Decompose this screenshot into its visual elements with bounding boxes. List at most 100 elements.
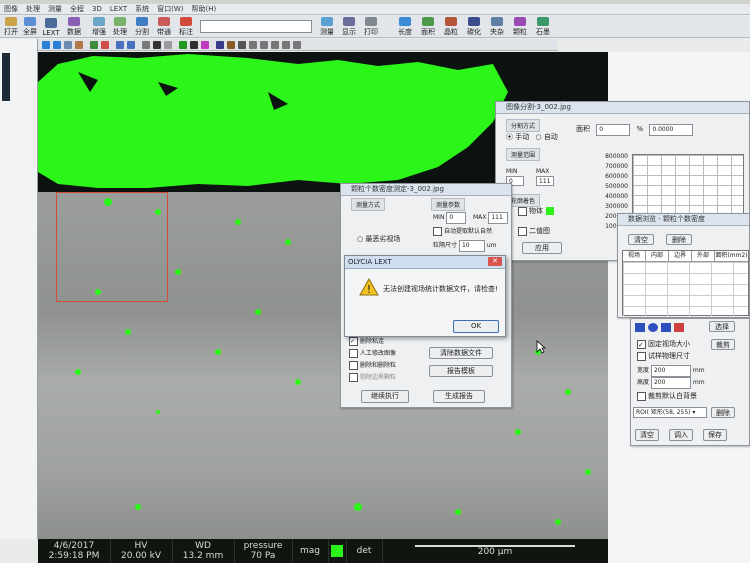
grid-icon[interactable]	[142, 41, 150, 49]
eraser-icon[interactable]	[238, 41, 246, 49]
toolbar-length-button[interactable]: 长度	[395, 17, 415, 37]
width-field[interactable]: 200	[650, 365, 691, 377]
physical-size-checkbox[interactable]: 试样物理尺寸	[637, 351, 690, 361]
stop-icon[interactable]	[101, 41, 109, 49]
toolbar-process-button[interactable]: 处理	[111, 17, 129, 37]
status-mag-indicator	[328, 539, 347, 563]
fix-field-checkbox[interactable]: ✓ 固定视场大小	[637, 339, 690, 349]
clip-checkbox[interactable]: 裁剪默认白背景	[637, 391, 697, 401]
rect-icon[interactable]	[260, 41, 268, 49]
toolbar-segment-button[interactable]: 分割	[133, 17, 151, 37]
toolbar-combo-select[interactable]	[200, 20, 312, 33]
menu-item[interactable]: LEXT	[110, 5, 127, 13]
roi-delete-button[interactable]: 删除	[711, 407, 735, 418]
toolbar-open-button[interactable]: 打开	[2, 17, 20, 37]
object-color-swatch[interactable]	[546, 207, 554, 215]
object-checkbox[interactable]: 物体	[518, 206, 554, 216]
rotate-icon[interactable]	[90, 41, 98, 49]
rect-shape-icon[interactable]	[635, 323, 645, 332]
toolbar-enhance-button[interactable]: 增强	[90, 17, 108, 37]
check-edge-particles[interactable]: 剔除边界颗粒	[349, 372, 396, 382]
menu-item[interactable]: 系统	[135, 4, 149, 14]
radio-auto[interactable]: ○ 自动	[535, 133, 557, 141]
toolbar-annotate-button[interactable]: 标注	[177, 17, 195, 37]
green-tool-icon[interactable]	[179, 41, 187, 49]
brush-icon[interactable]	[227, 41, 235, 49]
menu-item[interactable]: 全程	[70, 4, 84, 14]
panel-save-button[interactable]: 保存	[703, 429, 727, 441]
toolbar-area-button[interactable]: 面积	[418, 17, 438, 37]
height-field[interactable]: 200	[650, 377, 691, 389]
line-icon[interactable]	[249, 41, 257, 49]
pen-icon[interactable]	[216, 41, 224, 49]
menu-item[interactable]: 帮助(H)	[192, 4, 217, 14]
data-table-header: 视场 内部 边界 外部 面积(mm2)	[623, 251, 748, 262]
field-selection-box[interactable]	[56, 192, 168, 302]
radio-worst-field[interactable]: ○ 最恶劣视场	[357, 234, 400, 244]
toolbar-particle-button[interactable]: 颗粒	[510, 17, 530, 37]
toolbar-display-button[interactable]: 显示	[340, 17, 358, 37]
select-button[interactable]: 选择	[709, 321, 735, 332]
ellipse-icon[interactable]	[271, 41, 279, 49]
particle-min-field[interactable]: 0	[446, 212, 467, 224]
redo-icon[interactable]	[127, 41, 135, 49]
toolbar-graphite-button[interactable]: 石墨	[533, 17, 553, 37]
menu-item[interactable]: 窗口(W)	[157, 4, 183, 14]
data-delete-button[interactable]: 删除	[666, 234, 692, 245]
particle-max-field[interactable]: 111	[488, 212, 509, 224]
menu-item[interactable]: 3D	[92, 5, 102, 13]
polygon-icon[interactable]	[282, 41, 290, 49]
panel-import-button[interactable]: 调入	[669, 429, 693, 441]
clear-data-file-button[interactable]: 清除数据文件	[429, 347, 493, 359]
toolbar-print-button[interactable]: 打印	[362, 17, 380, 37]
auto-extract-checkbox[interactable]: 自动提取默认自然	[433, 226, 492, 236]
black-tool-icon[interactable]	[190, 41, 198, 49]
binary-checkbox[interactable]: 二值图	[518, 226, 550, 236]
toolbar-bandpass-button[interactable]: 带通	[155, 17, 173, 37]
polygon-shape-icon[interactable]	[661, 323, 671, 332]
toolbar-lext-button[interactable]: LEXT	[42, 17, 60, 37]
generate-report-button[interactable]: 生成报告	[433, 390, 485, 403]
sem-status-bar: 4/6/2017 2:59:18 PM HV 20.00 kV WD 13.2 mm …	[38, 539, 608, 563]
roi-combo[interactable]: ROI( 矩形(58, 255) ▾	[633, 407, 707, 418]
area-field[interactable]: 0	[596, 124, 631, 136]
ok-button[interactable]: OK	[453, 320, 499, 333]
pan-icon[interactable]	[75, 41, 83, 49]
panel-clear-button[interactable]: 清空	[635, 429, 659, 441]
radio-manual[interactable]: ⦿ 手动	[506, 133, 529, 141]
color-red-icon[interactable]	[674, 323, 684, 332]
box-icon[interactable]	[153, 41, 161, 49]
toolbar-fullscreen-button[interactable]: 全屏	[21, 17, 39, 37]
zoom-out-icon[interactable]	[53, 41, 61, 49]
fit-icon[interactable]	[64, 41, 72, 49]
particle-icon	[514, 17, 526, 26]
zoom-in-icon[interactable]	[42, 41, 50, 49]
menu-item[interactable]: 图像	[4, 4, 18, 14]
crop-button[interactable]: 裁剪	[711, 339, 735, 350]
thumbnail[interactable]	[2, 53, 10, 101]
text-icon[interactable]	[293, 41, 301, 49]
toolbar-grain-button[interactable]: 晶粒	[441, 17, 461, 37]
check-delete-fine[interactable]: 删除和删除粒	[349, 360, 396, 370]
undo-icon[interactable]	[116, 41, 124, 49]
select-icon[interactable]	[164, 41, 172, 49]
continue-button[interactable]: 继续执行	[361, 390, 409, 403]
toolbar-measure-button[interactable]: 测量	[318, 17, 336, 37]
circle-shape-icon[interactable]	[648, 323, 658, 332]
data-clear-button[interactable]: 清空	[628, 234, 654, 245]
percent-field[interactable]: 0.0000	[649, 124, 694, 136]
check-remove-adhesion[interactable]: ✓ 删除粘连	[349, 336, 384, 346]
toolbar-inclusion-button[interactable]: 夹杂	[487, 17, 507, 37]
magenta-tool-icon[interactable]	[201, 41, 209, 49]
data-table-body[interactable]	[623, 262, 748, 316]
seg-apply-button[interactable]: 应用	[522, 242, 562, 254]
menu-item[interactable]: 测量	[48, 4, 62, 14]
check-manual-edit[interactable]: 人工修改图像	[349, 348, 396, 358]
close-icon[interactable]: ✕	[488, 257, 502, 266]
size-field[interactable]: 10	[458, 240, 485, 252]
toolbar-data-button[interactable]: 数据	[64, 17, 84, 37]
menu-item[interactable]: 处理	[26, 4, 40, 14]
seg-max-field[interactable]: 111	[536, 176, 554, 186]
toolbar-carbide-button[interactable]: 碳化	[464, 17, 484, 37]
report-template-button[interactable]: 报告模板	[429, 365, 493, 377]
